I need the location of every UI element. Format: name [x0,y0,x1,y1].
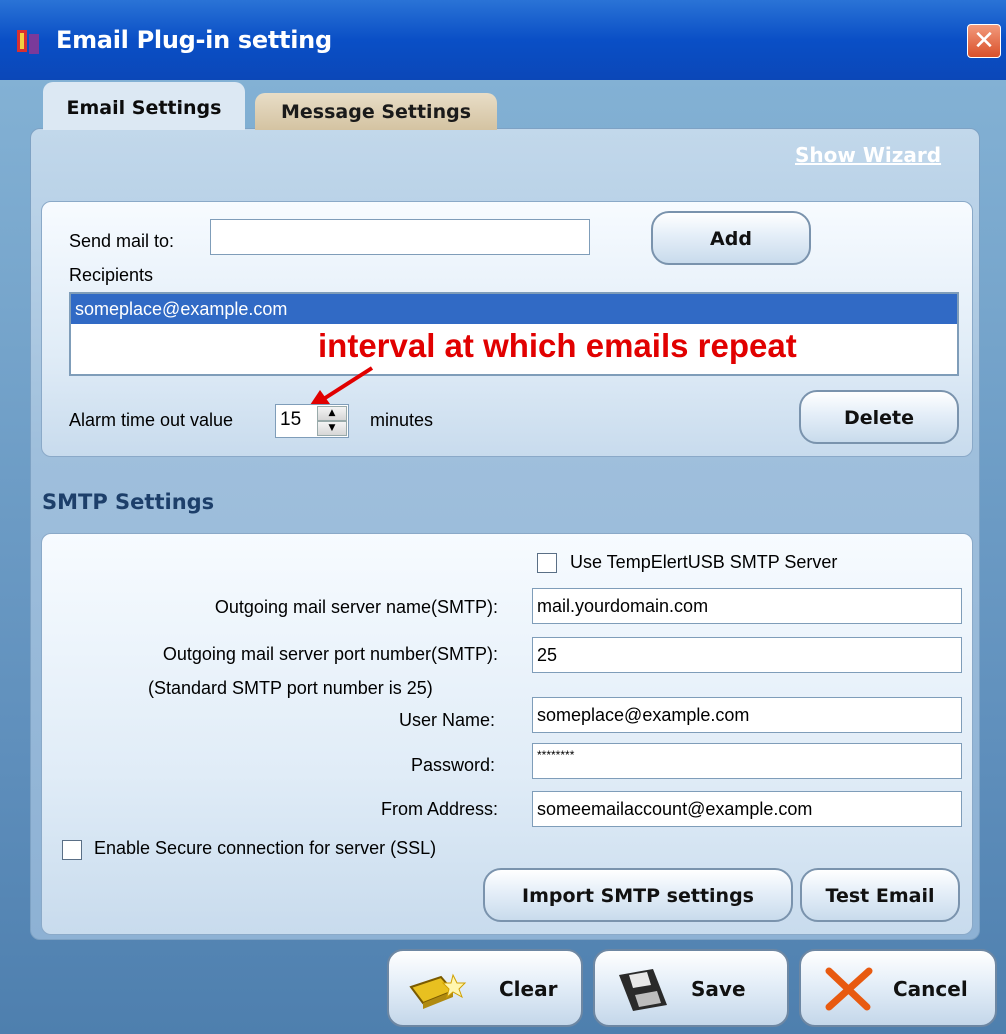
port-input[interactable]: 25 [532,637,962,673]
alarm-timeout-spinner[interactable]: 15 ▲ ▼ [275,404,349,438]
spin-down-icon[interactable]: ▼ [317,421,347,436]
title-bar: Email Plug-in setting ✕ [0,0,1006,80]
dialog-window: Email Plug-in setting ✕ Email Settings M… [0,0,1006,1034]
cancel-x-icon [825,967,873,1011]
server-name-label: Outgoing mail server name(SMTP): [214,597,498,617]
use-smtp-server-label: Use TempElertUSB SMTP Server [570,552,838,572]
add-button[interactable]: Add [651,211,811,265]
eraser-icon [409,973,467,1009]
import-smtp-button[interactable]: Import SMTP settings [483,868,793,922]
password-label: Password: [410,755,495,775]
send-mail-input[interactable] [210,219,590,255]
alarm-unit-label: minutes [370,410,434,430]
send-mail-label: Send mail to: [69,231,175,251]
alarm-timeout-value[interactable]: 15 [280,409,301,431]
recipients-label: Recipients [69,265,154,285]
annotation-arrow-icon [308,366,374,408]
show-wizard-link[interactable]: Show Wizard [795,143,941,167]
delete-button[interactable]: Delete [799,390,959,444]
ssl-label: Enable Secure connection for server (SSL… [94,838,437,858]
close-icon: ✕ [973,26,995,56]
smtp-section-title: SMTP Settings [42,490,215,514]
from-address-input[interactable]: someemailaccount@example.com [532,791,962,827]
spinner-buttons: ▲ ▼ [317,406,347,436]
window-title: Email Plug-in setting [56,26,332,54]
close-button[interactable]: ✕ [967,24,1001,58]
port-label: Outgoing mail server port number(SMTP): [162,644,498,664]
clear-button[interactable]: Clear [387,949,583,1027]
password-input[interactable]: ******** [532,743,962,779]
clear-button-label: Clear [499,977,558,1001]
username-label: User Name: [398,710,495,730]
tab-email-settings[interactable]: Email Settings [43,82,245,130]
port-hint-label: (Standard SMTP port number is 25) [148,678,433,698]
cancel-button[interactable]: Cancel [799,949,997,1027]
cancel-button-label: Cancel [893,977,968,1001]
list-item[interactable]: someplace@example.com [71,294,957,324]
server-name-input[interactable]: mail.yourdomain.com [532,588,962,624]
from-address-label: From Address: [380,799,498,819]
save-button[interactable]: Save [593,949,789,1027]
test-email-button[interactable]: Test Email [800,868,960,922]
floppy-disk-icon [619,969,667,1011]
spin-up-icon[interactable]: ▲ [317,406,347,421]
save-button-label: Save [691,977,746,1001]
ssl-checkbox[interactable] [62,840,82,860]
tab-message-settings[interactable]: Message Settings [255,93,497,130]
username-input[interactable]: someplace@example.com [532,697,962,733]
annotation-text: interval at which emails repeat [318,327,797,364]
alarm-timeout-label: Alarm time out value [69,410,234,430]
app-icon [17,30,39,54]
use-smtp-server-checkbox[interactable] [537,553,557,573]
